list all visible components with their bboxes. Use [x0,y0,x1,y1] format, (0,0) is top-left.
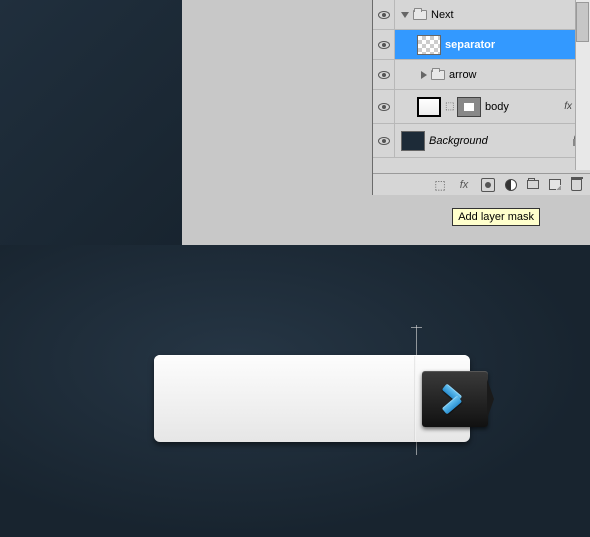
next-button-preview [154,355,470,447]
eye-icon [378,71,390,79]
layers-panel: Next separator arrow [372,0,590,195]
eye-icon [378,11,390,19]
layer-list: Next separator arrow [373,0,590,158]
layer-row-group-arrow[interactable]: arrow [373,60,590,90]
delete-layer-button[interactable] [571,179,582,191]
layer-thumbnail [417,35,441,55]
mask-link-icon[interactable]: ⬚ [445,101,453,112]
canvas-area[interactable] [182,0,382,245]
folder-icon [413,10,427,20]
visibility-toggle[interactable] [373,60,395,89]
layer-name: Background [429,135,488,147]
fx-button[interactable]: fx [457,178,471,192]
layer-row-separator[interactable]: separator [373,30,590,60]
eye-icon [378,137,390,145]
expand-toggle-icon[interactable] [401,12,409,18]
tooltip-text: Add layer mask [458,211,534,223]
visibility-toggle[interactable] [373,90,395,123]
new-group-button[interactable] [527,180,539,189]
scrollbar-vertical[interactable] [575,0,590,170]
expand-toggle-icon[interactable] [421,71,427,79]
layer-row-background[interactable]: Background [373,124,590,158]
layer-name: Next [431,9,454,21]
layers-panel-footer: ⬚ fx [373,173,590,195]
document-dark-region [0,0,182,245]
eye-icon [378,103,390,111]
chevron-right-icon [442,384,468,414]
layer-name: body [485,101,509,113]
eye-icon [378,41,390,49]
adjustment-layer-button[interactable] [505,179,517,191]
visibility-toggle[interactable] [373,124,395,157]
scrollbar-thumb[interactable] [576,2,589,42]
arrow-box [422,371,488,427]
mask-thumbnail [457,97,481,117]
visibility-toggle[interactable] [373,0,395,29]
button-separator [414,356,416,441]
fx-indicator[interactable]: fx [564,101,572,112]
new-layer-button[interactable] [549,179,561,190]
add-mask-button[interactable] [481,178,495,192]
layer-name: separator [445,39,495,51]
layer-thumbnail [417,97,441,117]
layer-thumbnail [401,131,425,151]
layer-name: arrow [449,69,477,81]
folder-icon [431,70,445,80]
photoshop-workspace: Next separator arrow [0,0,590,245]
visibility-toggle[interactable] [373,30,395,59]
layer-row-group-next[interactable]: Next [373,0,590,30]
preview-area [0,245,590,537]
tooltip: Add layer mask [452,208,540,226]
link-layers-icon[interactable]: ⬚ [433,178,447,192]
layer-row-body[interactable]: ⬚ body fx [373,90,590,124]
